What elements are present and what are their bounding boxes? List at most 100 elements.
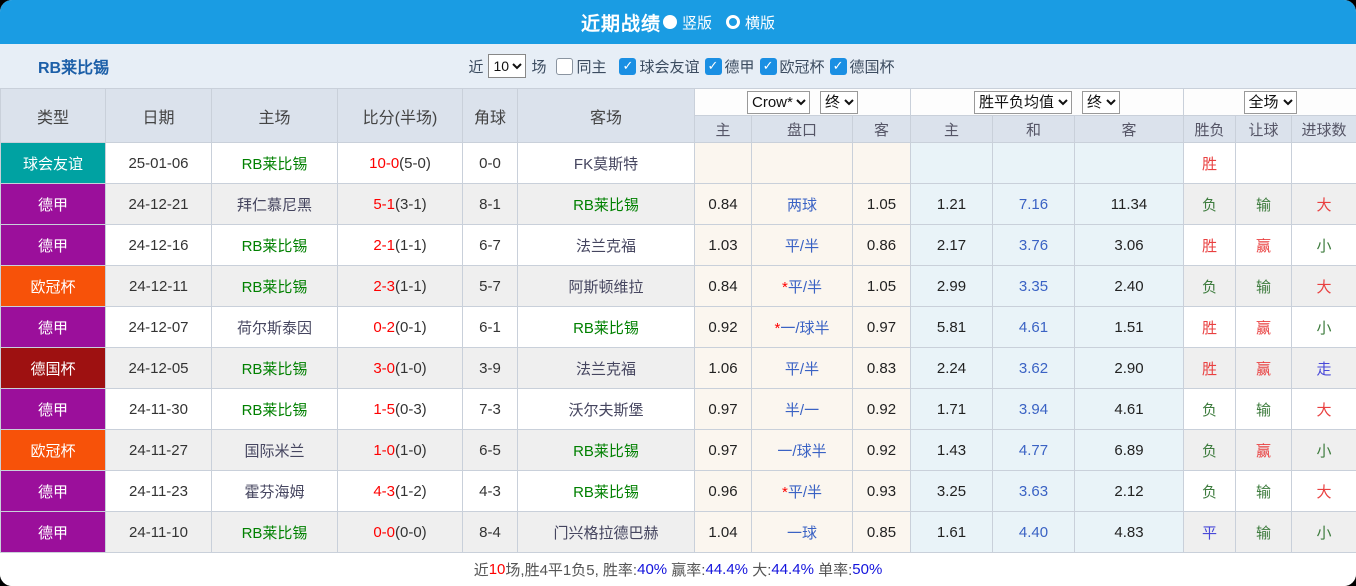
score-cell: 2-3(1-1) [337,265,463,307]
league-checkbox-3[interactable]: ✓ [829,57,847,75]
col-header-date: 日期 [105,88,212,143]
away-team: RB莱比锡 [517,470,695,512]
league-label[interactable]: 欧冠杯 [780,56,825,77]
result: 负 [1183,183,1237,225]
league-checkbox-2[interactable]: ✓ [759,57,777,75]
scope-group: 全场 [1183,88,1356,116]
corner-score: 3-9 [462,347,518,389]
corner-score: 5-7 [462,265,518,307]
result: 负 [1183,265,1237,307]
same-home-label[interactable]: 同主 [576,56,606,77]
league-label[interactable]: 德国杯 [850,56,895,77]
wdl-home: 1.61 [910,511,994,553]
handicap: 平/半 [751,347,853,389]
handicap-result: 赢 [1235,429,1293,471]
handicap: 平/半 [751,224,853,266]
corner-score: 8-1 [462,183,518,225]
half-time-score: (0-1) [395,318,427,336]
type-badge: 德甲 [0,306,106,348]
type-badge: 欧冠杯 [0,429,106,471]
title-bar: 近期战绩 竖版 横版 [0,0,1356,44]
home-odds: 0.97 [694,388,752,430]
table-row: 德甲 24-11-10 RB莱比锡 0-0(0-0) 8-4 门兴格拉德巴赫 1.04 一球 0… [0,511,1356,553]
horizontal-layout-label[interactable]: 横版 [745,12,775,33]
away-team: 法兰克福 [517,347,695,389]
match-date: 24-12-16 [105,224,212,266]
wdl-home: 2.17 [910,224,994,266]
handicap-result: 赢 [1235,224,1293,266]
away-odds: 0.83 [851,347,912,389]
horizontal-layout-radio[interactable] [726,15,740,29]
wdl-draw: 4.77 [992,429,1076,471]
handicap-result: 输 [1235,470,1293,512]
subheader-wdl-draw: 和 [992,115,1076,143]
full-time-score: 0-2 [373,318,395,336]
table-row: 欧冠杯 24-11-27 国际米兰 1-0(1-0) 6-5 RB莱比锡 0.97 一/球半 0… [0,429,1356,471]
wdl-away [1074,142,1185,184]
match-date: 24-11-30 [105,388,212,430]
handicap-change-star: * [781,483,788,501]
handicap-result: 赢 [1235,306,1293,348]
half-time-score: (1-2) [395,482,427,500]
corner-score: 4-3 [462,470,518,512]
same-home-checkbox[interactable] [556,57,574,75]
recent-results-panel: 近期战绩 竖版 横版 RB莱比锡 近 10 场 同主 ✓ 球会友谊 ✓ 德甲 ✓ 欧冠杯 ✓… [0,0,1356,586]
league-label[interactable]: 德甲 [725,56,755,77]
corner-score: 0-0 [462,142,518,184]
wdl-home: 1.21 [910,183,994,225]
wdl-away: 4.61 [1074,388,1185,430]
score-cell: 0-2(0-1) [337,306,463,348]
result: 负 [1183,388,1237,430]
score-cell: 1-0(1-0) [337,429,463,471]
league-checkbox-1[interactable]: ✓ [704,57,722,75]
wdl-draw: 3.35 [992,265,1076,307]
home-team: RB莱比锡 [211,224,338,266]
result: 胜 [1183,347,1237,389]
away-team: 沃尔夫斯堡 [517,388,695,430]
league-checkbox-0[interactable]: ✓ [619,57,637,75]
odds-source-group: Crow* 终 [693,88,912,116]
corner-score: 7-3 [462,388,518,430]
home-team: RB莱比锡 [211,142,338,184]
goals-result: 大 [1291,470,1356,512]
match-date: 24-12-21 [105,183,212,225]
type-badge: 欧冠杯 [0,265,106,307]
vertical-layout-radio[interactable] [662,15,677,29]
odds-source-select[interactable]: Crow* [747,90,810,114]
league-label[interactable]: 球会友谊 [639,56,699,77]
table-row: 德国杯 24-12-05 RB莱比锡 3-0(1-0) 3-9 法兰克福 1.06 平/半 0.… [0,347,1356,389]
match-count-select[interactable]: 10 [488,54,527,78]
handicap-result: 输 [1235,183,1293,225]
score-cell: 4-3(1-2) [337,470,463,512]
table-row: 德甲 24-12-21 拜仁慕尼黑 5-1(3-1) 8-1 RB莱比锡 0.84 两球 1.0… [0,183,1356,225]
away-team: 法兰克福 [517,224,695,266]
handicap: *平/半 [751,470,853,512]
half-time-score: (3-1) [395,195,427,213]
goals-result: 大 [1291,183,1356,225]
scope-select[interactable]: 全场 [1243,90,1297,114]
full-time-score: 5-1 [373,195,395,213]
goals-result: 大 [1291,388,1356,430]
type-badge: 德甲 [0,224,106,266]
handicap: 两球 [751,183,853,225]
wdl-away: 11.34 [1074,183,1185,225]
score-cell: 2-1(1-1) [337,224,463,266]
wdl-away: 2.12 [1074,470,1185,512]
odds-source-period-select[interactable]: 终 [820,90,858,114]
away-odds: 1.05 [851,265,912,307]
wdl-average-select[interactable]: 胜平负均值 [974,90,1073,114]
wdl-away: 6.89 [1074,429,1185,471]
vertical-layout-label[interactable]: 竖版 [682,12,712,33]
wdl-draw [992,142,1076,184]
wdl-period-select[interactable]: 终 [1082,90,1121,114]
summary-segment: 场,胜4平1负5, 胜率: [505,562,638,579]
wdl-home: 2.24 [910,347,994,389]
handicap-result [1235,142,1293,184]
handicap-result: 输 [1235,265,1293,307]
match-date: 25-01-06 [105,142,212,184]
handicap [751,142,853,184]
goals-result: 大 [1291,265,1356,307]
away-odds: 1.05 [851,183,912,225]
home-team: 国际米兰 [211,429,338,471]
page-title: 近期战绩 [580,13,661,35]
